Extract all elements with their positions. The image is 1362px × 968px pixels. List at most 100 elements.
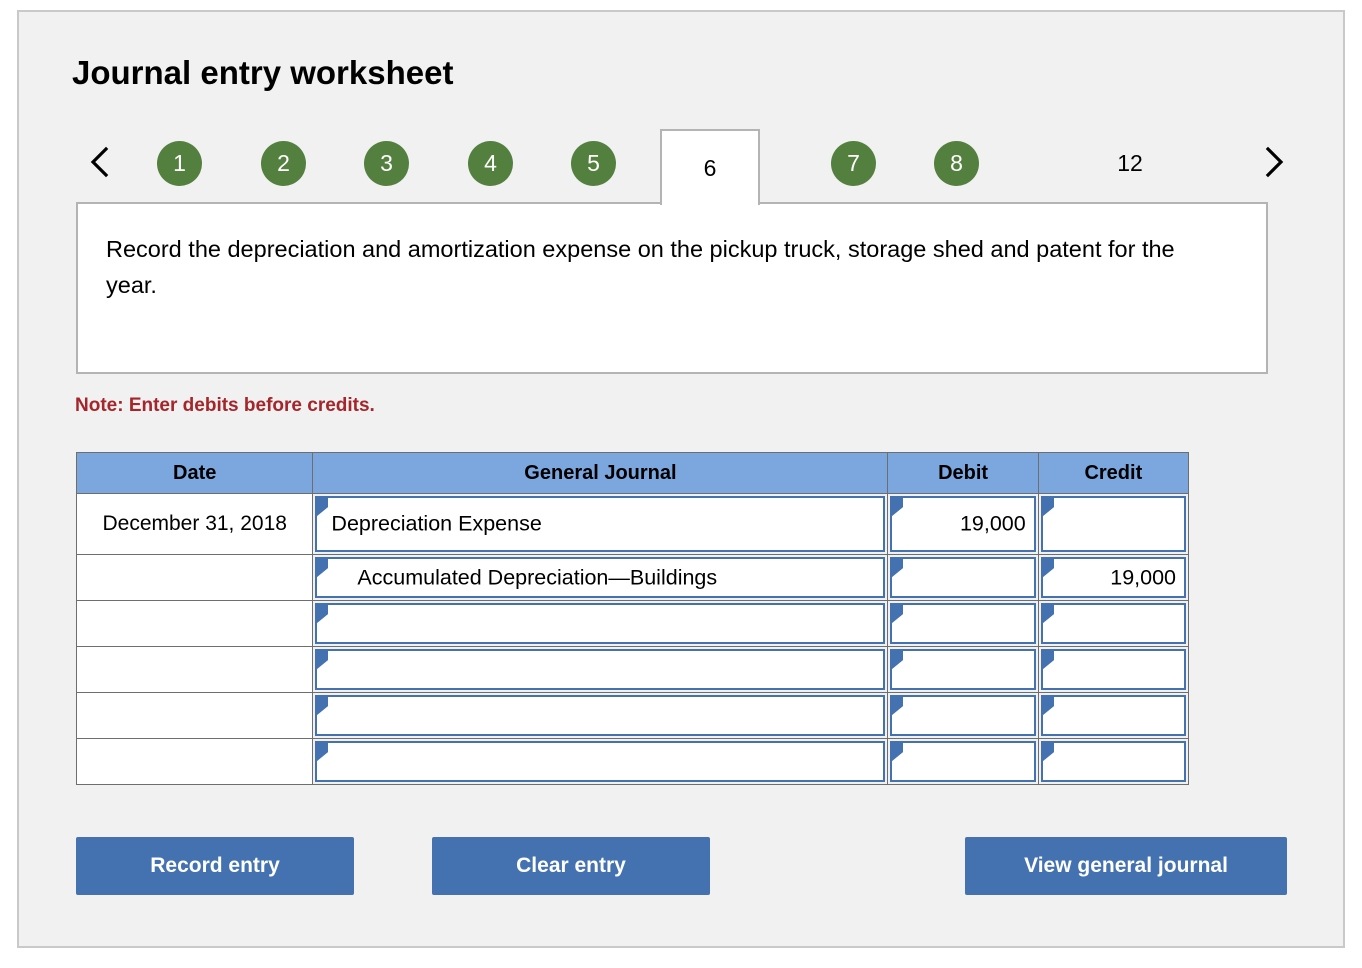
- account-value: Accumulated Depreciation—Buildings: [357, 565, 718, 589]
- credit-cell: [1037, 600, 1190, 647]
- table-header-row: Date General Journal Debit Credit: [75, 452, 1190, 494]
- table-row: [75, 600, 1190, 647]
- account-value: Depreciation Expense: [331, 511, 542, 536]
- tab-7[interactable]: 7: [831, 141, 876, 186]
- tab-3[interactable]: 3: [364, 141, 409, 186]
- column-header-general-journal: General Journal: [312, 452, 889, 494]
- tab-6-active[interactable]: 6: [660, 129, 760, 205]
- credit-cell: [1037, 493, 1190, 555]
- date-cell: December 31, 2018: [75, 493, 314, 555]
- cell-marker-icon: [1042, 743, 1054, 761]
- credit-cell: [1037, 692, 1190, 739]
- table-row: Accumulated Depreciation—Buildings 19,00…: [75, 554, 1190, 601]
- account-input[interactable]: Depreciation Expense: [315, 496, 886, 552]
- debit-input[interactable]: [890, 557, 1036, 598]
- worksheet-panel: Journal entry worksheet 1 2 3 4 5 6 7 8 …: [17, 10, 1345, 948]
- account-input[interactable]: [315, 603, 886, 644]
- date-cell: [75, 738, 314, 785]
- cell-marker-icon: [317, 743, 329, 761]
- tab-label: 4: [484, 150, 497, 176]
- credit-input[interactable]: [1040, 603, 1186, 644]
- table-row: [75, 646, 1190, 693]
- tab-strip: 1 2 3 4 5 6 7 8 12: [72, 127, 1310, 205]
- credit-input[interactable]: [1040, 695, 1186, 736]
- table-row: December 31, 2018 Depreciation Expense 1…: [75, 493, 1190, 555]
- date-cell: [75, 646, 314, 693]
- debit-input[interactable]: [890, 603, 1036, 644]
- page-title: Journal entry worksheet: [72, 54, 454, 91]
- debit-cell: [887, 692, 1039, 739]
- account-input[interactable]: [315, 695, 886, 736]
- credit-input[interactable]: [1040, 649, 1186, 690]
- tab-label: 6: [703, 154, 717, 181]
- view-general-journal-button[interactable]: View general journal: [965, 837, 1287, 895]
- table-row: [75, 692, 1190, 739]
- cell-marker-icon: [892, 697, 904, 715]
- debit-input[interactable]: [890, 741, 1036, 782]
- account-cell: [312, 738, 889, 785]
- date-cell: [75, 692, 314, 739]
- tab-label: 2: [277, 150, 290, 176]
- account-cell: Accumulated Depreciation—Buildings: [312, 554, 889, 601]
- cell-marker-icon: [892, 559, 904, 577]
- tab-4[interactable]: 4: [468, 141, 513, 186]
- credit-input[interactable]: [1040, 741, 1186, 782]
- account-cell: [312, 692, 889, 739]
- debit-cell: [887, 646, 1039, 693]
- tab-12[interactable]: 12: [1105, 141, 1155, 186]
- cell-marker-icon: [1042, 697, 1054, 715]
- debits-before-credits-note: Note: Enter debits before credits.: [75, 395, 375, 416]
- column-header-credit: Credit: [1037, 452, 1190, 494]
- record-entry-button[interactable]: Record entry: [76, 837, 354, 895]
- cell-marker-icon: [317, 605, 329, 623]
- tab-2[interactable]: 2: [261, 141, 306, 186]
- credit-input[interactable]: [1040, 496, 1186, 552]
- cell-marker-icon: [1042, 498, 1054, 516]
- instruction-panel: Record the depreciation and amortization…: [76, 202, 1268, 374]
- chevron-left-icon: [89, 145, 111, 179]
- record-entry-label: Record entry: [150, 854, 280, 877]
- clear-entry-label: Clear entry: [516, 854, 626, 877]
- tab-label: 1: [173, 150, 186, 176]
- account-input[interactable]: Accumulated Depreciation—Buildings: [315, 557, 886, 598]
- debit-input[interactable]: [890, 695, 1036, 736]
- cell-marker-icon: [317, 651, 329, 669]
- debit-input[interactable]: 19,000: [890, 496, 1036, 552]
- tab-label: 8: [950, 150, 963, 176]
- next-tab-button[interactable]: [1252, 127, 1296, 197]
- debit-cell: [887, 554, 1039, 601]
- date-cell: [75, 600, 314, 647]
- credit-cell: [1037, 738, 1190, 785]
- account-input[interactable]: [315, 741, 886, 782]
- tab-label: 12: [1117, 150, 1143, 176]
- credit-value: 19,000: [1110, 565, 1176, 589]
- account-cell: [312, 646, 889, 693]
- column-header-date: Date: [75, 452, 314, 494]
- tab-label: 7: [847, 150, 860, 176]
- account-input[interactable]: [315, 649, 886, 690]
- chevron-right-icon: [1263, 145, 1285, 179]
- table-row: [75, 738, 1190, 785]
- tab-5[interactable]: 5: [571, 141, 616, 186]
- date-cell: [75, 554, 314, 601]
- cell-marker-icon: [317, 498, 329, 516]
- cell-marker-icon: [892, 743, 904, 761]
- debit-cell: 19,000: [887, 493, 1039, 555]
- cell-marker-icon: [892, 605, 904, 623]
- column-header-debit: Debit: [887, 452, 1039, 494]
- cell-marker-icon: [317, 697, 329, 715]
- tab-8[interactable]: 8: [934, 141, 979, 186]
- debit-cell: [887, 738, 1039, 785]
- debit-input[interactable]: [890, 649, 1036, 690]
- journal-entry-table: Date General Journal Debit Credit Decemb…: [75, 452, 1190, 785]
- tab-label: 5: [587, 150, 600, 176]
- credit-input[interactable]: 19,000: [1040, 557, 1186, 598]
- debit-value: 19,000: [959, 511, 1026, 536]
- tab-1[interactable]: 1: [157, 141, 202, 186]
- account-cell: Depreciation Expense: [312, 493, 889, 555]
- credit-cell: 19,000: [1037, 554, 1190, 601]
- previous-tab-button[interactable]: [78, 127, 122, 197]
- clear-entry-button[interactable]: Clear entry: [432, 837, 710, 895]
- cell-marker-icon: [892, 651, 904, 669]
- cell-marker-icon: [1042, 651, 1054, 669]
